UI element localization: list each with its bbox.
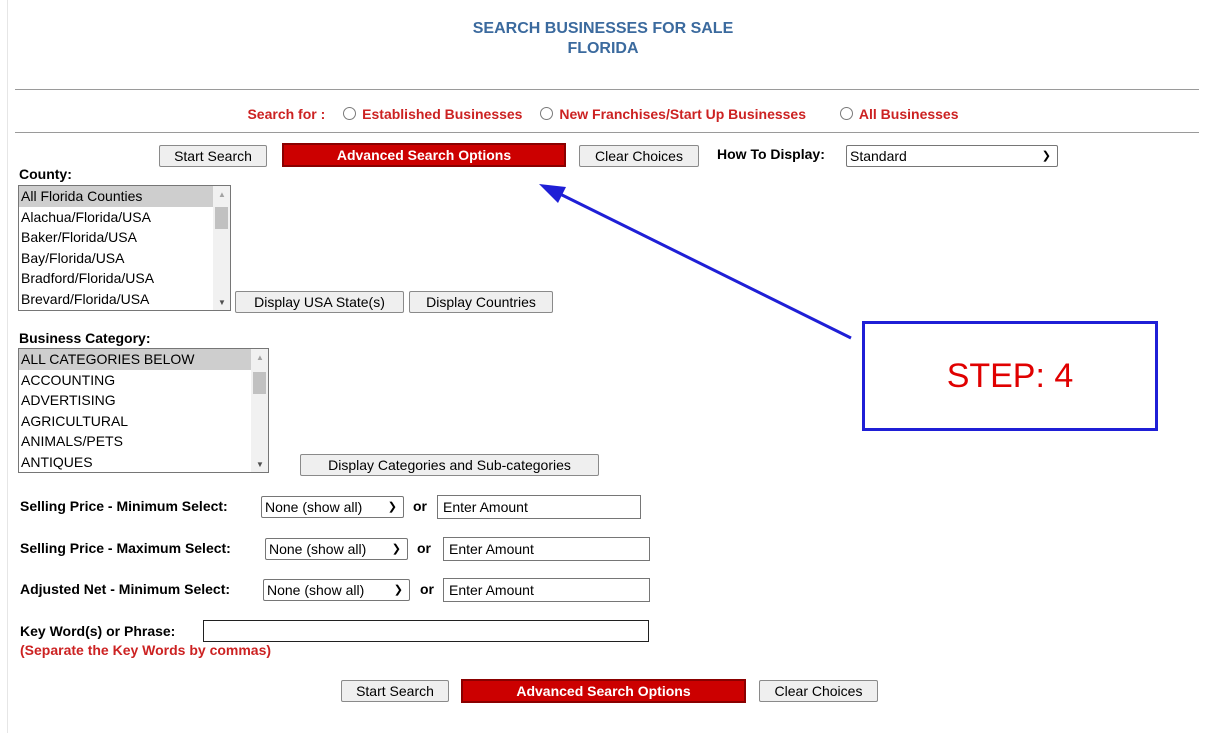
step-callout: STEP: 4 <box>862 321 1158 431</box>
